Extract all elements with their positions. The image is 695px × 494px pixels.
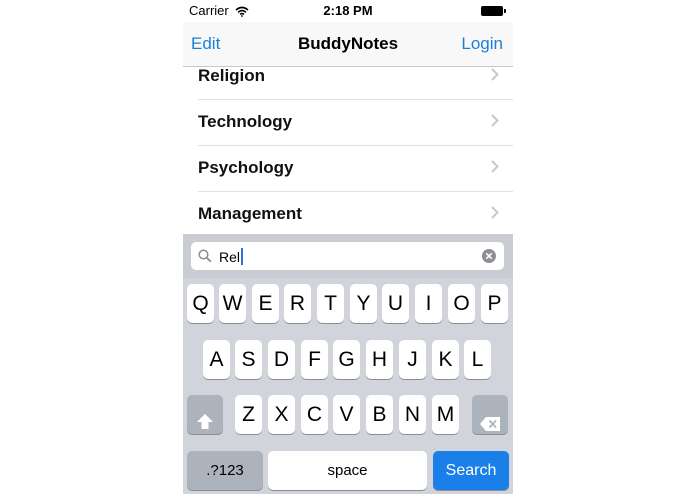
list-item-label: Psychology [198,158,294,177]
search-bar: Rel [183,234,513,278]
magnifier-icon [198,249,212,268]
key-e[interactable]: E [252,284,279,323]
list-item-label: Religion [198,66,266,85]
key-m[interactable]: M [432,395,459,434]
key-t[interactable]: T [317,284,344,323]
space-key[interactable]: space [268,451,427,490]
chevron-right-icon [491,160,499,178]
search-input[interactable]: Rel [191,242,504,270]
keyboard: Q W E R T Y U I O P A S D F G H J K L Z … [183,278,513,494]
key-n[interactable]: N [399,395,426,434]
key-o[interactable]: O [448,284,475,323]
list-item-label: Technology [198,112,293,131]
status-time: 2:18 PM [323,3,373,18]
numbers-key[interactable]: .?123 [187,451,263,490]
key-l[interactable]: L [464,340,491,379]
shift-icon [196,405,214,444]
key-k[interactable]: K [432,340,459,379]
list-item-label: Management [198,204,302,223]
key-f[interactable]: F [301,340,328,379]
key-a[interactable]: A [203,340,230,379]
key-y[interactable]: Y [350,284,377,323]
key-s[interactable]: S [235,340,262,379]
chevron-right-icon [491,114,499,132]
search-input-value: Rel [219,248,244,265]
key-c[interactable]: C [301,395,328,434]
login-button[interactable]: Login [461,34,503,54]
key-v[interactable]: V [333,395,360,434]
list-item-technology[interactable]: Technology [198,100,513,146]
key-i[interactable]: I [415,284,442,323]
status-bar: Carrier 2:18 PM [183,0,513,22]
key-b[interactable]: B [366,395,393,434]
list-item-psychology[interactable]: Psychology [198,146,513,192]
key-h[interactable]: H [366,340,393,379]
battery-icon [481,6,507,16]
phone-screen: Carrier 2:18 PM Edit BuddyNotes Login Re… [183,0,513,494]
search-key[interactable]: Search [433,451,509,490]
text-caret [241,248,244,265]
key-w[interactable]: W [219,284,246,323]
backspace-icon [479,406,501,445]
backspace-key[interactable] [472,395,508,434]
shift-key[interactable] [187,395,223,434]
key-z[interactable]: Z [235,395,262,434]
chevron-right-icon [491,206,499,224]
key-d[interactable]: D [268,340,295,379]
key-g[interactable]: G [333,340,360,379]
key-u[interactable]: U [382,284,409,323]
key-j[interactable]: J [399,340,426,379]
list-item-management[interactable]: Management [198,192,513,238]
clear-icon[interactable] [482,249,496,268]
key-x[interactable]: X [268,395,295,434]
key-r[interactable]: R [284,284,311,323]
key-q[interactable]: Q [187,284,214,323]
chevron-right-icon [491,68,499,86]
category-list: Religion Technology Psychology Managemen… [183,54,513,238]
list-item-religion[interactable]: Religion [198,54,513,100]
key-p[interactable]: P [481,284,508,323]
